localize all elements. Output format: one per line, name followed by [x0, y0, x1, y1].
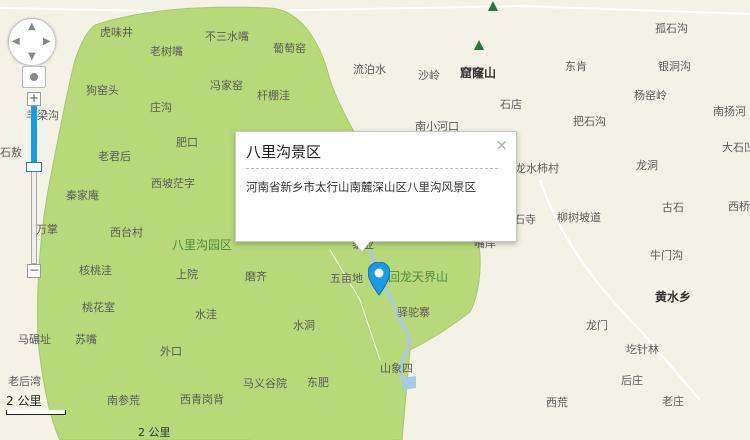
locate-button[interactable] — [22, 66, 46, 88]
place-label[interactable]: 五亩地 — [330, 273, 363, 285]
close-icon[interactable]: × — [495, 136, 508, 154]
place-label[interactable]: 龙门 — [586, 320, 608, 332]
place-label[interactable]: 上院 — [176, 269, 198, 281]
place-label[interactable]: 柳树坡道 — [557, 212, 601, 224]
popup-divider — [246, 168, 498, 169]
place-label[interactable]: 八里沟园区 — [172, 239, 232, 251]
scale-label-secondary: 2 公里 — [138, 426, 171, 439]
popup-title: 八里沟景区 — [246, 143, 322, 161]
place-label[interactable]: 石敖 — [0, 147, 22, 159]
place-label[interactable]: 马义谷院 — [243, 378, 287, 390]
place-label[interactable]: 马碾址 — [18, 334, 51, 346]
location-pin-icon[interactable] — [368, 262, 390, 296]
place-label[interactable]: 西台村 — [110, 227, 143, 239]
info-popup: 八里沟景区 × 河南省新乡市太行山南麓深山区八里沟风景区 — [235, 131, 517, 242]
place-label[interactable]: 东肥 — [307, 377, 329, 389]
place-label[interactable]: 磨齐 — [245, 271, 267, 283]
place-label[interactable]: 老树嘴 — [150, 46, 183, 58]
popup-tail — [352, 239, 372, 251]
place-label[interactable]: 山象四 — [380, 363, 413, 375]
place-label[interactable]: 东肯 — [565, 61, 587, 73]
place-label[interactable]: 秦家庵 — [66, 190, 99, 202]
place-label[interactable]: 石寺 — [514, 214, 536, 226]
place-label[interactable]: 西坡茫字 — [151, 178, 195, 190]
place-label[interactable]: 虎味井 — [100, 27, 133, 39]
pan-down-icon[interactable]: ▼ — [28, 51, 36, 62]
place-label[interactable]: 西青岗背 — [180, 394, 224, 406]
place-label[interactable]: 冯家窑 — [210, 80, 243, 92]
place-label[interactable]: 西荒 — [546, 397, 568, 409]
place-label[interactable]: 杨窑岭 — [634, 90, 667, 102]
place-label[interactable]: 外口 — [160, 346, 182, 358]
place-label[interactable]: 南扬河 — [713, 106, 746, 118]
mountain-peak-icon — [488, 1, 498, 11]
place-label[interactable]: 水洼 — [195, 309, 217, 321]
place-label[interactable]: 回龙天界山 — [388, 271, 448, 283]
pan-control[interactable]: ▲ ▼ ◀ ▶ — [8, 18, 56, 66]
zoom-control[interactable]: + − — [26, 92, 42, 278]
place-label[interactable]: 老后湾 — [8, 376, 41, 388]
place-label[interactable]: 石店 — [500, 99, 522, 111]
place-label[interactable]: 桃花室 — [82, 302, 115, 314]
place-label[interactable]: 牛门沟 — [650, 250, 683, 262]
place-label[interactable]: 流泊水 — [353, 64, 386, 76]
place-label[interactable]: 西桥 — [728, 201, 750, 213]
place-label[interactable]: 老庄 — [662, 396, 684, 408]
place-label[interactable]: 黄水乡 — [655, 291, 691, 303]
place-label[interactable]: 肥口 — [176, 137, 198, 149]
place-label[interactable]: 后庄 — [621, 375, 643, 387]
locate-icon — [30, 73, 38, 81]
place-label[interactable]: 银洞沟 — [658, 61, 691, 73]
place-label[interactable]: 沙岭 — [418, 70, 440, 82]
place-label[interactable]: 驿驼寨 — [397, 307, 430, 319]
place-label[interactable]: 龙水柿村 — [515, 163, 559, 175]
place-label[interactable]: 老君后 — [98, 151, 131, 163]
zoom-slider-fill — [31, 106, 37, 166]
zoom-in-button[interactable]: + — [27, 92, 41, 106]
place-label[interactable]: 古石 — [662, 202, 684, 214]
place-label[interactable]: 杆棚洼 — [257, 90, 290, 102]
place-label[interactable]: 圪针林 — [626, 344, 659, 356]
place-label[interactable]: 苏嘴 — [75, 334, 97, 346]
place-label[interactable]: 大石凹 — [722, 142, 750, 154]
pan-left-icon[interactable]: ◀ — [12, 36, 20, 47]
scale-bar: 2 公里 — [6, 392, 66, 415]
scale-label: 2 公里 — [6, 394, 42, 408]
scale-bar-line — [6, 410, 66, 415]
mountain-peak-icon — [474, 40, 484, 50]
place-label[interactable]: 孤石沟 — [655, 23, 688, 35]
place-label[interactable]: 狗窑头 — [86, 85, 119, 97]
place-label[interactable]: 南参荒 — [107, 395, 140, 407]
place-label[interactable]: 龙洞 — [636, 160, 658, 172]
place-label[interactable]: 葡萄窑 — [273, 43, 306, 55]
place-label[interactable]: 窟窿山 — [460, 67, 496, 79]
zoom-slider-handle[interactable] — [26, 162, 42, 172]
place-label[interactable]: 不三水嘴 — [205, 31, 249, 43]
pan-up-icon[interactable]: ▲ — [28, 21, 36, 32]
place-label[interactable]: 核桃洼 — [79, 265, 112, 277]
place-label[interactable]: 水洞 — [293, 320, 315, 332]
zoom-out-button[interactable]: − — [27, 264, 41, 278]
place-label[interactable]: 庄沟 — [150, 102, 172, 114]
popup-address: 河南省新乡市太行山南麓深山区八里沟风景区 — [246, 180, 476, 194]
pan-right-icon[interactable]: ▶ — [43, 36, 51, 47]
place-label[interactable]: 把石沟 — [573, 116, 606, 128]
